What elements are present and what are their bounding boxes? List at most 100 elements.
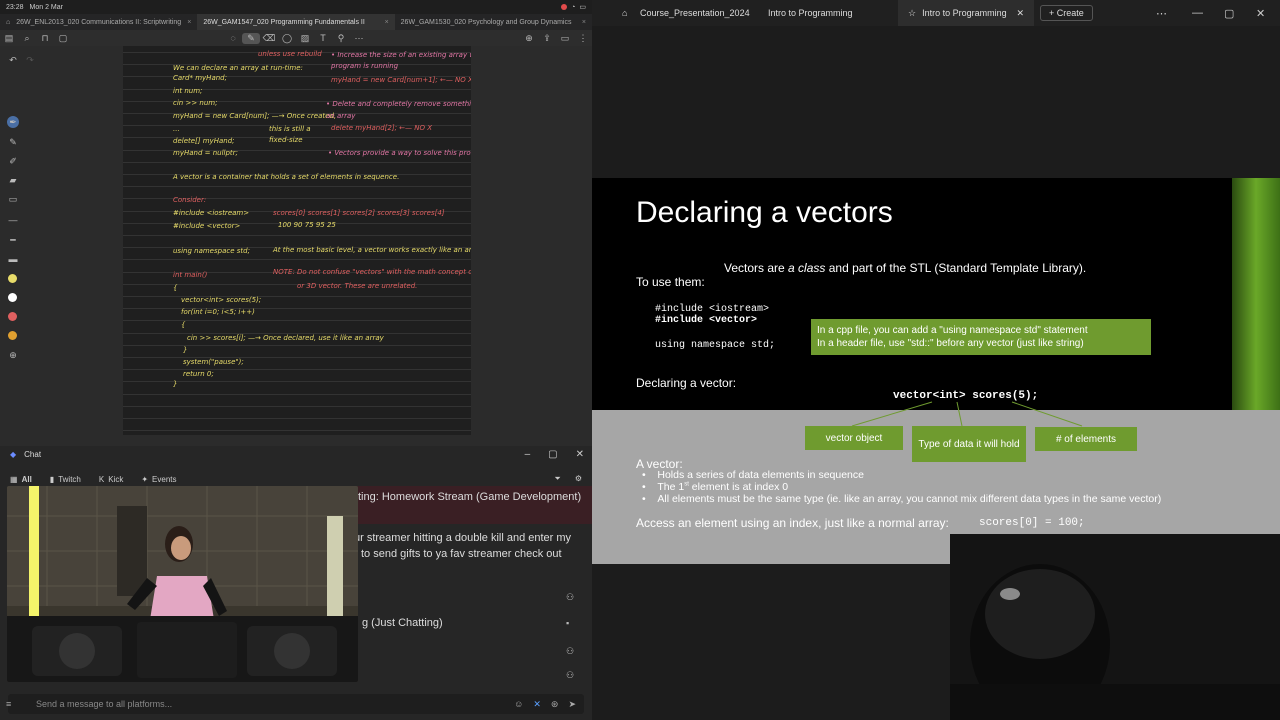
text-icon[interactable]: T <box>314 33 332 43</box>
more-tools-icon[interactable]: ⋯ <box>350 33 368 44</box>
close-icon[interactable]: × <box>385 19 389 26</box>
tab-course-presentation[interactable]: Course_Presentation_2024 <box>622 0 758 26</box>
highlighter-icon[interactable]: ▰ <box>7 174 19 186</box>
chat-input[interactable]: ≡ Send a message to all platforms... ☺ ✕… <box>6 694 584 714</box>
tape-icon[interactable]: ▭ <box>7 193 19 205</box>
handwritten-note-line: cin >> num; <box>173 99 218 107</box>
pen-sidebar: ↶ ↷ ✒ ✎ ✐ ▰ ▭ — ━ ▬ ⊕ <box>0 46 34 446</box>
tab-gam1530[interactable]: 26W_GAM1530_020 Psychology and Group Dyn… <box>395 14 592 30</box>
filter-kick[interactable]: K Kick <box>99 475 123 484</box>
filter-all[interactable]: ▦ All <box>10 475 32 484</box>
create-button[interactable]: + Create <box>1040 5 1093 21</box>
handwritten-note-line: int main() <box>173 271 208 279</box>
fountain-pen-icon[interactable]: ✒ <box>7 116 19 128</box>
handwritten-note-line: int num; <box>173 87 203 95</box>
follow-icon[interactable]: ⚇ <box>566 670 574 681</box>
tab-label: 26W_ENL2013_020 Communications II: Scrip… <box>16 18 182 26</box>
follow-icon[interactable]: ⚇ <box>566 592 574 603</box>
add-page-icon[interactable]: ⊕ <box>520 33 538 44</box>
ruled-line <box>123 161 471 163</box>
handwritten-note-line: • Increase the size of an existing array… <box>331 51 471 59</box>
globe-icon[interactable]: ⊛ <box>551 699 559 710</box>
kick-send-icon[interactable]: ✕ <box>533 699 541 710</box>
minimize-icon[interactable]: — <box>1192 0 1203 26</box>
share-icon[interactable]: ⇪ <box>538 33 556 44</box>
pen-icon[interactable]: ✎ <box>242 32 260 44</box>
search-icon[interactable]: ⌕ <box>18 33 36 44</box>
thick-line-icon[interactable]: ▬ <box>7 253 19 265</box>
filter-icon[interactable]: ⏷ <box>554 474 560 484</box>
sidebar-icon[interactable]: ▤ <box>0 33 18 44</box>
filter-events[interactable]: ✦ Events <box>141 475 176 484</box>
settings-icon[interactable]: ⚙ <box>575 474 582 484</box>
bullet-text: The 1 <box>657 481 685 493</box>
status-date: Mon 2 Mar <box>29 3 63 11</box>
close-icon[interactable]: × <box>582 19 586 26</box>
kick-icon: K <box>98 474 105 484</box>
image-icon[interactable]: ▨ <box>296 33 314 44</box>
notes-toolbar: ▤ ⌕ ⊓ ▢ ◌ ✎ ⌫ ◯ ▨ T ⚲ ⋯ ⊕ ⇪ ▭ ⋮ <box>0 30 592 46</box>
follow-icon[interactable]: ⚇ <box>566 646 574 657</box>
orange-swatch[interactable] <box>8 331 17 340</box>
minimize-icon[interactable]: – <box>525 449 531 460</box>
red-swatch[interactable] <box>8 312 17 321</box>
chat-window-controls: – ▢ ✕ <box>525 446 584 463</box>
handwritten-note-line: using namespace std; <box>173 247 250 255</box>
twitch-icon: ▮ <box>49 474 55 484</box>
handwritten-note-line: scores[0] scores[1] scores[2] scores[3] … <box>273 209 445 217</box>
callout-arrows <box>851 401 1083 427</box>
undo-icon[interactable]: ↶ <box>7 54 19 66</box>
access-text: Access an element using an index, just l… <box>636 516 949 530</box>
ruled-line <box>123 320 471 322</box>
white-swatch[interactable] <box>8 293 17 302</box>
handwritten-note-line: NOTE: Do not confuse "vectors" with the … <box>273 268 471 276</box>
maximize-icon[interactable]: ▢ <box>1224 0 1234 26</box>
close-icon[interactable]: ✕ <box>1016 8 1024 19</box>
bullet-icon: • <box>642 481 658 493</box>
more-icon[interactable]: ⋯ <box>1156 0 1167 26</box>
tab-intro-programming[interactable]: Intro to Programming <box>758 0 898 26</box>
home-icon[interactable]: ⌂ <box>592 0 627 26</box>
menu-icon[interactable]: ≡ <box>6 699 11 709</box>
tab-intro-programming-active[interactable]: ☆ Intro to Programming ✕ <box>898 0 1034 26</box>
ruled-line <box>123 369 471 371</box>
tab-gam1547[interactable]: 26W_GAM1547_020 Programming Fundamentals… <box>197 14 395 30</box>
tab-label: 26W_GAM1547_020 Programming Fundamentals… <box>203 18 365 26</box>
yellow-swatch[interactable] <box>8 274 17 283</box>
brush-icon[interactable]: ✐ <box>7 155 19 167</box>
handwritten-note-line: At the most basic level, a vector works … <box>273 246 471 254</box>
filter-twitch[interactable]: ▮ Twitch <box>50 475 81 484</box>
ruled-line <box>123 344 471 346</box>
send-icon[interactable]: ➤ <box>568 699 576 710</box>
ruled-line <box>123 259 471 261</box>
handwritten-note-line: } <box>183 346 188 354</box>
thin-line-icon[interactable]: — <box>7 214 19 226</box>
export-icon[interactable]: ▭ <box>556 33 574 44</box>
handwritten-note-line: Card* myHand; <box>173 74 227 82</box>
medium-line-icon[interactable]: ━ <box>7 234 19 246</box>
link-icon[interactable]: ⚲ <box>332 33 350 44</box>
close-window-icon[interactable]: ✕ <box>1256 0 1265 26</box>
close-icon[interactable]: × <box>187 19 191 26</box>
close-icon[interactable]: ✕ <box>576 449 584 460</box>
badge-icon[interactable]: ▪ <box>566 618 569 628</box>
maximize-icon[interactable]: ▢ <box>548 449 557 460</box>
page-icon[interactable]: ▢ <box>54 33 72 44</box>
chat-logo-icon: ◆ <box>10 450 17 459</box>
presentation-slide: Declaring a vectors Vectors are a class … <box>592 178 1280 564</box>
bookmark-icon[interactable]: ⊓ <box>36 33 54 44</box>
chat-title: Chat <box>24 450 42 459</box>
bullet-icon: • <box>642 469 658 481</box>
tab-label: Intro to Programming <box>922 8 1007 18</box>
lasso-icon[interactable]: ◌ <box>224 33 242 43</box>
add-color-icon[interactable]: ⊕ <box>7 349 19 361</box>
notebook-page[interactable]: unless use rebuild • Increase the size of… <box>123 46 471 435</box>
emote-icon[interactable]: ☺ <box>514 699 523 710</box>
eraser-icon[interactable]: ⌫ <box>260 33 278 44</box>
vector-object-label: vector object <box>805 426 903 450</box>
options-icon[interactable]: ⋮ <box>574 33 592 44</box>
redo-icon[interactable]: ↷ <box>24 54 36 66</box>
tab-enl2013[interactable]: ⌂ 26W_ENL2013_020 Communications II: Scri… <box>0 14 197 30</box>
ballpoint-icon[interactable]: ✎ <box>7 136 19 148</box>
shapes-icon[interactable]: ◯ <box>278 33 296 44</box>
